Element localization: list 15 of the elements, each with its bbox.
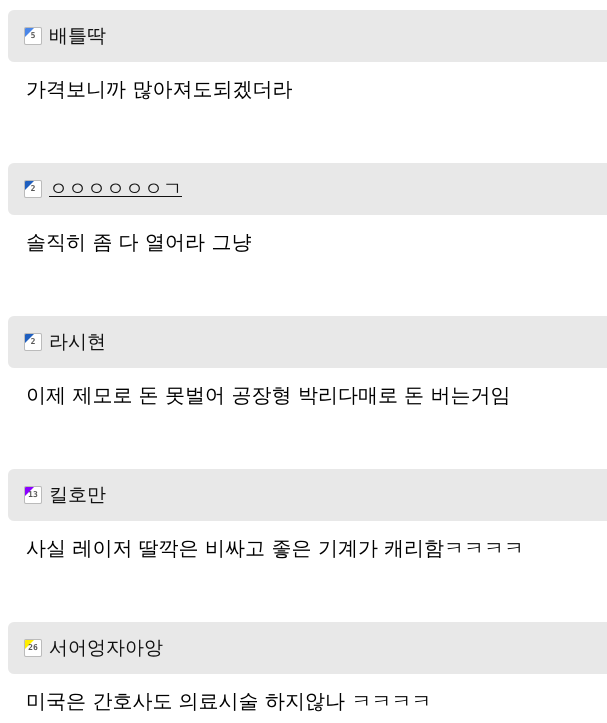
comment-text: 가격보니까 많아져도되겠더라 (26, 76, 294, 103)
author-name[interactable]: 서어엉자아앙 (49, 635, 163, 661)
level-badge-icon: 2 (24, 333, 42, 351)
comment-text: 이제 제모로 돈 못벌어 공장형 박리다매로 돈 버는거임 (26, 382, 512, 409)
level-badge-icon: 13 (24, 486, 42, 504)
comment-text: 미국은 간호사도 의료시술 하지않나 ㅋㅋㅋㅋ (26, 688, 432, 715)
comment-text: 사실 레이저 딸깍은 비싸고 좋은 기계가 캐리함ㅋㅋㅋㅋ (26, 535, 526, 562)
author-name[interactable]: 라시현 (49, 329, 106, 355)
author-name[interactable]: 킬호만 (49, 482, 106, 508)
author-name[interactable]: 배틀딱 (49, 23, 106, 49)
author-name[interactable]: ㅇㅇㅇㅇㅇㅇㄱ (49, 176, 182, 202)
level-badge-icon: 26 (24, 639, 42, 657)
level-badge-icon: 5 (24, 27, 42, 45)
comment-text: 솔직히 좀 다 열어라 그냥 (26, 229, 252, 256)
level-badge-icon: 2 (24, 180, 42, 198)
